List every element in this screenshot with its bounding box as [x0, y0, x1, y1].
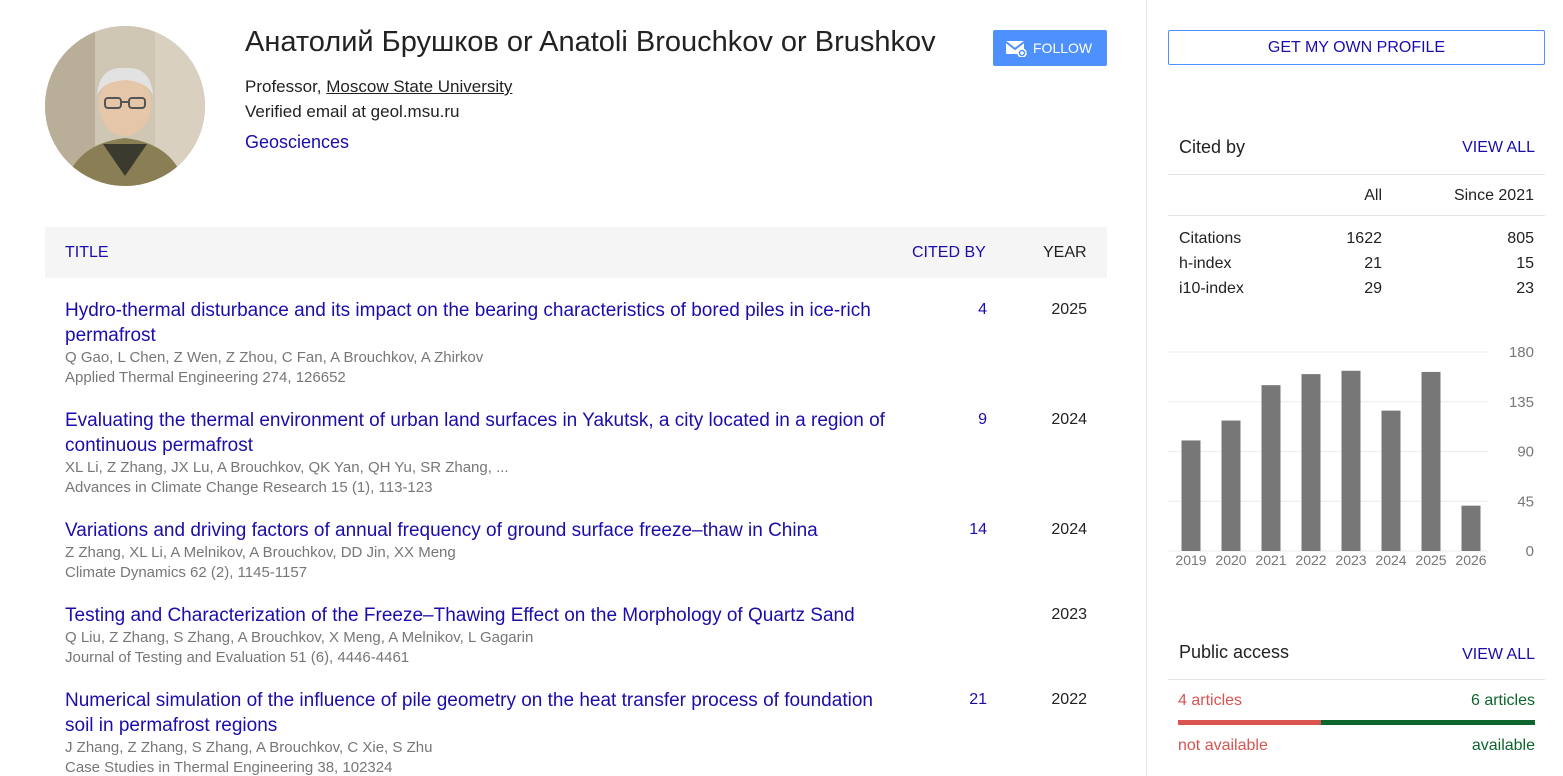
stat-all: 21 — [1364, 255, 1382, 272]
x-tick-label: 2019 — [1175, 552, 1206, 568]
cited-count[interactable]: 9 — [925, 411, 987, 429]
article-title[interactable]: Variations and driving factors of annual… — [65, 518, 895, 543]
table-header: TITLE CITED BY YEAR — [45, 227, 1107, 278]
affiliation: Professor, Moscow State University — [245, 77, 512, 97]
article-title[interactable]: Hydro-thermal disturbance and its impact… — [65, 298, 895, 348]
column-divider — [1146, 0, 1147, 776]
public-access-view-all[interactable]: VIEW ALL — [1462, 646, 1535, 664]
article-authors: Q Liu, Z Zhang, S Zhang, A Brouchkov, X … — [65, 629, 534, 646]
not-available-label: not available — [1178, 737, 1268, 754]
bar-2026[interactable] — [1461, 505, 1481, 551]
article-title[interactable]: Numerical simulation of the influence of… — [65, 688, 895, 738]
stat-since: 23 — [1516, 280, 1534, 297]
y-tick-label: 0 — [1526, 543, 1534, 560]
x-tick-label: 2023 — [1335, 552, 1366, 568]
divider — [1168, 215, 1545, 216]
profile-name: Анатолий Брушков or Anatoli Brouchkov or… — [245, 26, 936, 58]
not-available-bar — [1178, 720, 1321, 725]
x-tick-label: 2024 — [1375, 552, 1406, 568]
main-content: Анатолий Брушков or Anatoli Brouchkov or… — [45, 0, 1107, 776]
x-tick-label: 2026 — [1455, 552, 1486, 568]
article-year: 2024 — [1051, 411, 1087, 428]
col-since: Since 2021 — [1453, 187, 1534, 204]
citations-bar-chart: 0 45 90 135 180 2019 2020 2021 2022 2023 2024 2025 2… — [1168, 344, 1534, 568]
avatar — [45, 26, 205, 186]
article-year: 2024 — [1051, 521, 1087, 538]
stat-since: 805 — [1507, 230, 1534, 247]
stat-all: 29 — [1364, 280, 1382, 297]
bar-2022[interactable] — [1301, 374, 1321, 551]
bar-2021[interactable] — [1261, 385, 1281, 551]
bar-2023[interactable] — [1341, 370, 1361, 551]
article-year: 2023 — [1051, 606, 1087, 623]
not-available-count[interactable]: 4 articles — [1178, 692, 1242, 710]
stat-label: i10-index — [1179, 280, 1244, 297]
article-venue: Applied Thermal Engineering 274, 126652 — [65, 369, 346, 386]
divider — [1168, 174, 1545, 175]
article-authors: Z Zhang, XL Li, A Melnikov, A Brouchkov,… — [65, 544, 456, 561]
profile-photo — [45, 26, 205, 186]
article-authors: Q Gao, L Chen, Z Wen, Z Zhou, C Fan, A B… — [65, 349, 484, 366]
y-tick-label: 135 — [1509, 394, 1534, 411]
col-all: All — [1364, 187, 1382, 204]
affiliation-link[interactable]: Moscow State University — [326, 77, 512, 96]
y-tick-label: 45 — [1517, 493, 1534, 510]
cited-by-view-all[interactable]: VIEW ALL — [1462, 139, 1535, 157]
article-venue: Climate Dynamics 62 (2), 1145-1157 — [65, 564, 308, 581]
sidebar: GET MY OWN PROFILE Cited by VIEW ALL All… — [1168, 0, 1545, 776]
sort-by-cited[interactable]: CITED BY — [912, 244, 986, 262]
bar-2020[interactable] — [1221, 420, 1241, 551]
sort-by-title[interactable]: TITLE — [65, 244, 109, 262]
divider — [1168, 679, 1545, 680]
y-tick-label: 90 — [1517, 444, 1534, 461]
article-venue: Case Studies in Thermal Engineering 38, … — [65, 759, 393, 776]
article-authors: J Zhang, Z Zhang, S Zhang, A Brouchkov, … — [65, 739, 433, 756]
article-venue: Journal of Testing and Evaluation 51 (6)… — [65, 649, 410, 666]
x-tick-label: 2021 — [1255, 552, 1286, 568]
cited-count[interactable]: 14 — [925, 521, 987, 539]
stat-label: h-index — [1179, 255, 1232, 272]
cited-count[interactable]: 4 — [925, 301, 987, 319]
x-tick-label: 2025 — [1415, 552, 1446, 568]
affiliation-prefix: Professor, — [245, 77, 327, 96]
follow-button[interactable]: FOLLOW — [993, 30, 1107, 66]
available-bar — [1321, 720, 1535, 725]
y-tick-label: 180 — [1509, 344, 1534, 361]
article-title[interactable]: Testing and Characterization of the Free… — [65, 603, 915, 628]
available-label: available — [1471, 737, 1535, 754]
email-icon — [1005, 41, 1027, 57]
follow-label: FOLLOW — [1033, 40, 1093, 56]
cited-by-title: Cited by — [1179, 137, 1246, 157]
get-my-own-profile-button[interactable]: GET MY OWN PROFILE — [1168, 30, 1545, 65]
bar-2019[interactable] — [1181, 440, 1201, 551]
x-tick-label: 2020 — [1215, 552, 1246, 568]
article-year: 2025 — [1051, 301, 1087, 318]
article-venue: Advances in Climate Change Research 15 (… — [65, 479, 433, 496]
public-access-title: Public access — [1179, 642, 1290, 662]
research-interest-link[interactable]: Geosciences — [245, 132, 349, 153]
stat-since: 15 — [1516, 255, 1534, 272]
cited-count[interactable]: 21 — [925, 691, 987, 709]
article-title[interactable]: Evaluating the thermal environment of ur… — [65, 408, 895, 458]
bar-2024[interactable] — [1381, 410, 1401, 551]
stat-label: Citations — [1179, 230, 1242, 247]
article-authors: XL Li, Z Zhang, JX Lu, A Brouchkov, QK Y… — [65, 459, 509, 476]
stat-all: 1622 — [1346, 230, 1382, 247]
sort-by-year[interactable]: YEAR — [1043, 244, 1087, 262]
verified-email: Verified email at geol.msu.ru — [245, 102, 460, 121]
available-count[interactable]: 6 articles — [1471, 692, 1535, 710]
article-year: 2022 — [1051, 691, 1087, 708]
x-tick-label: 2022 — [1295, 552, 1326, 568]
bar-2025[interactable] — [1421, 371, 1441, 551]
